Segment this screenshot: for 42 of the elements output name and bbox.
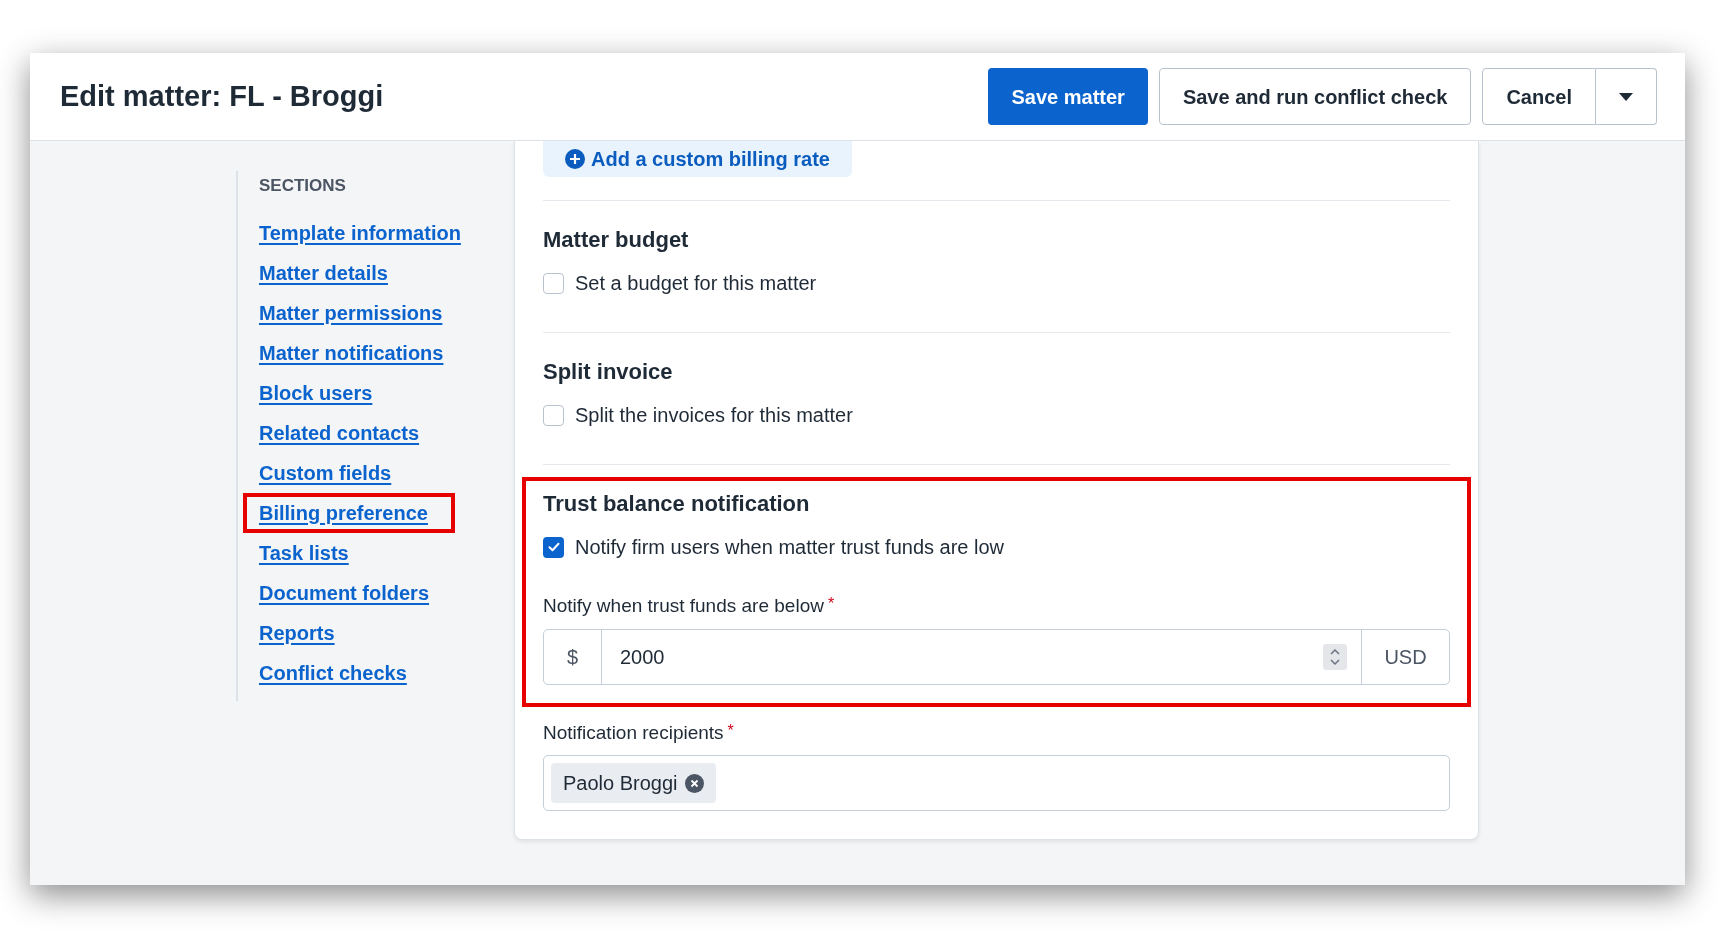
checkbox-label: Notify firm users when matter trust funds are low xyxy=(575,535,1005,560)
currency-prefix: $ xyxy=(544,629,602,684)
section-link[interactable]: Reports xyxy=(259,617,335,648)
field-label: Notification recipients xyxy=(543,720,724,745)
section-link[interactable]: Matter details xyxy=(259,257,388,288)
amount-field[interactable]: $ 2000 USD xyxy=(543,628,1450,685)
checkbox[interactable] xyxy=(543,404,564,426)
amount-value: 2000 xyxy=(620,644,666,670)
section-link[interactable]: Matter notifications xyxy=(259,337,444,368)
cancel-button[interactable]: Cancel xyxy=(1482,68,1596,125)
required-mark: * xyxy=(727,720,734,741)
section-link[interactable]: Task lists xyxy=(259,537,349,568)
add-rate-button[interactable]: Add a custom billing rate xyxy=(543,141,852,177)
checkmark-icon xyxy=(546,540,561,554)
currency-suffix: USD xyxy=(1361,629,1449,684)
recipient-chip: Paolo Broggi xyxy=(551,763,716,803)
section-link[interactable]: Billing preference xyxy=(259,497,428,528)
section-link[interactable]: Matter permissions xyxy=(259,297,443,328)
section-title: Trust balance notification xyxy=(543,490,811,518)
page-title: Edit matter: FL - Broggi xyxy=(60,78,384,114)
save-and-check-button[interactable]: Save and run conflict check xyxy=(1158,68,1472,125)
checkbox-label: Split the invoices for this matter xyxy=(575,403,853,428)
plus-circle-icon xyxy=(565,149,585,169)
save-button[interactable]: Save matter xyxy=(988,68,1148,125)
checkbox[interactable] xyxy=(543,536,564,558)
section-link[interactable]: Document folders xyxy=(259,577,430,608)
checkbox[interactable] xyxy=(543,272,564,294)
remove-icon[interactable] xyxy=(684,773,704,793)
caret-icon xyxy=(1619,92,1633,101)
section-title: Matter budget xyxy=(543,226,690,254)
section-link[interactable]: Block users xyxy=(259,377,373,408)
section-link[interactable]: Custom fields xyxy=(259,457,392,488)
required-mark: * xyxy=(827,594,835,614)
recipients-field[interactable]: Paolo Broggi xyxy=(543,755,1450,811)
section-link[interactable]: Related contacts xyxy=(259,417,420,448)
section-title: Split invoice xyxy=(543,358,674,386)
checkbox-label: Set a budget for this matter xyxy=(575,271,817,296)
sections-heading: SECTIONS xyxy=(259,175,347,197)
spinner-icon[interactable] xyxy=(1323,643,1347,670)
section-link[interactable]: Conflict checks xyxy=(259,657,407,688)
section-link[interactable]: Template information xyxy=(259,217,461,248)
field-label: Notify when trust funds are below xyxy=(543,594,824,618)
